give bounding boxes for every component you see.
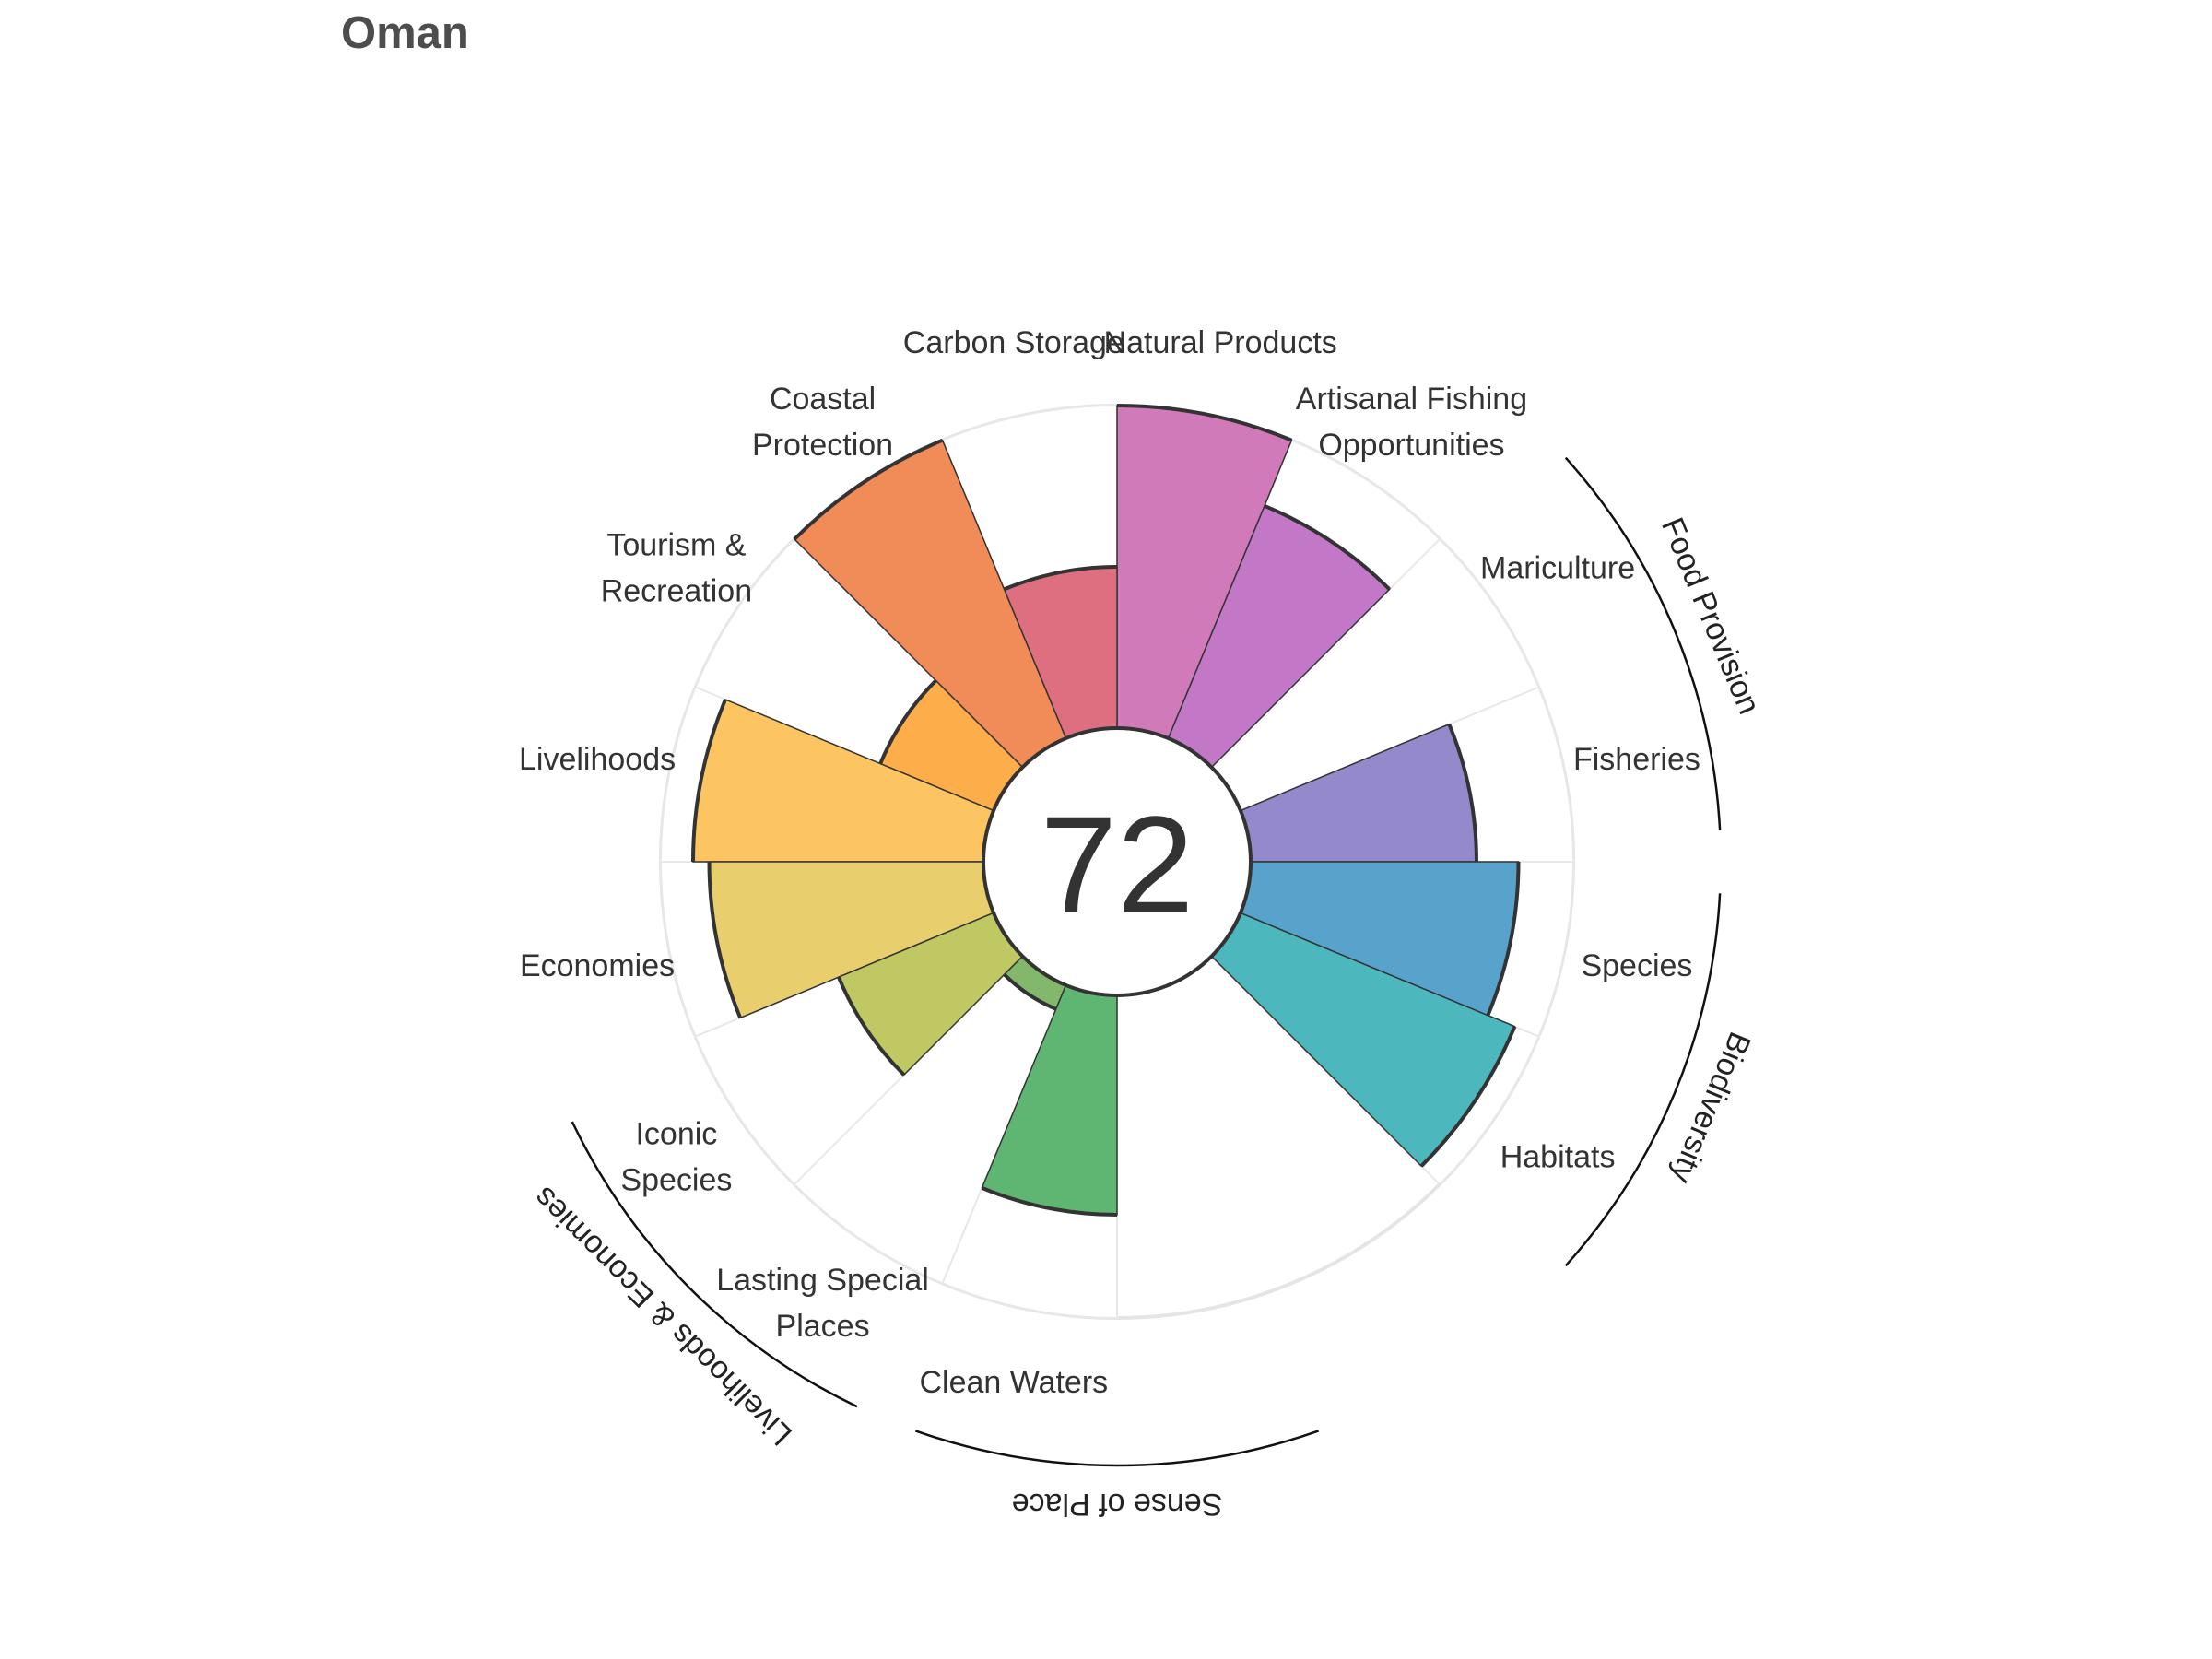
segment-label: Iconic Species [620, 1116, 732, 1197]
segment-label: Mariculture [1480, 551, 1635, 586]
segment-label: Artisanal Fishing Opportunities [1296, 382, 1527, 463]
group-label: Food Provision [1654, 512, 1767, 719]
group-arc [914, 1430, 1320, 1467]
segment-label: Tourism & Recreation [601, 528, 752, 609]
segment-label: Livelihoods [519, 742, 676, 777]
segment-label: Natural Products [1104, 325, 1337, 360]
flower-chart: Fisheries Mariculture Artisanal Fishing Opp… [519, 325, 1767, 1522]
segment-label: Clean Waters [919, 1365, 1108, 1400]
segment-label: Lasting Special Places [716, 1263, 929, 1344]
segment-label: Carbon Storage [903, 325, 1124, 360]
group-label: Sense of Place [1012, 1487, 1223, 1522]
segment-label: Habitats [1500, 1139, 1616, 1174]
segment-label: Economies [520, 948, 675, 983]
segment-label: Species [1581, 948, 1692, 983]
group-label: Livelihoods & Economies [526, 1180, 798, 1452]
center-score: 72 [1041, 787, 1194, 942]
segment-label: Coastal Protection [752, 382, 893, 463]
segment-label: Fisheries [1573, 742, 1700, 777]
group-label: Biodiversity [1664, 1027, 1758, 1188]
